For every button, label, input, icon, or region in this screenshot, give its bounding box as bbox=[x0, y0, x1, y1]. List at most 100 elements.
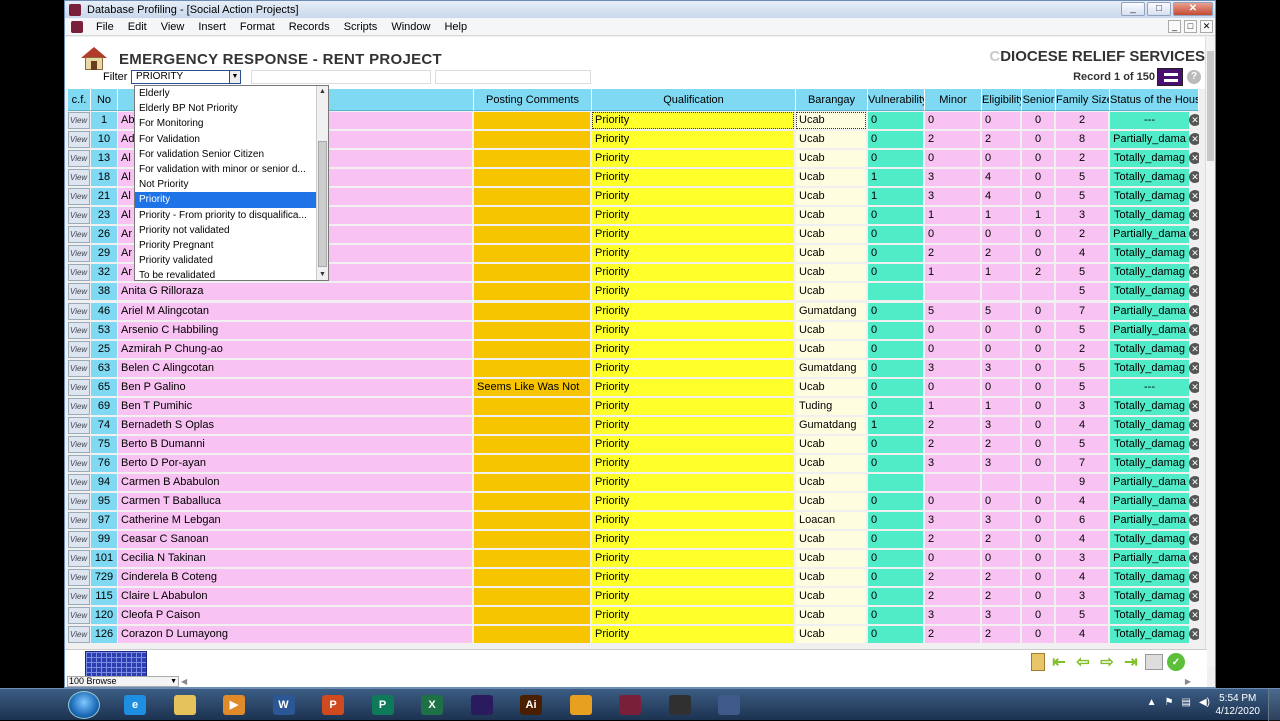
network-icon[interactable]: ▤ bbox=[1182, 697, 1191, 708]
col-family-size[interactable]: Family Size bbox=[1056, 89, 1110, 111]
family-size-field[interactable]: 4 bbox=[1056, 626, 1108, 644]
minor-count-field[interactable]: 3 bbox=[925, 169, 980, 187]
qualification-field[interactable]: Priority bbox=[592, 435, 794, 453]
house-status-field[interactable]: Totally_damag bbox=[1110, 359, 1189, 377]
exit-icon[interactable]: ✓ bbox=[1167, 653, 1185, 671]
senior-count-field[interactable] bbox=[1022, 473, 1054, 491]
house-status-field[interactable]: Totally_damag bbox=[1110, 207, 1189, 225]
view-button[interactable]: View bbox=[68, 340, 90, 358]
col-no[interactable]: No bbox=[91, 89, 118, 111]
bookmark-icon[interactable] bbox=[1031, 653, 1045, 671]
house-status-field[interactable]: Totally_damag bbox=[1110, 340, 1189, 358]
barangay-field[interactable]: Tuding bbox=[796, 397, 866, 415]
member-name-field[interactable]: Berto D Por-ayan bbox=[118, 454, 472, 472]
senior-count-field[interactable]: 0 bbox=[1022, 321, 1054, 339]
posting-comment-field[interactable] bbox=[474, 588, 590, 606]
posting-comment-field[interactable] bbox=[474, 607, 590, 625]
view-button[interactable]: View bbox=[68, 283, 90, 301]
table-row[interactable]: View 75 Berto B Dumanni Priority Ucab 0 2 2 0 5 To… bbox=[68, 435, 1199, 454]
barangay-field[interactable]: Ucab bbox=[796, 169, 866, 187]
senior-count-field[interactable]: 0 bbox=[1022, 245, 1054, 263]
member-name-field[interactable]: Ceasar C Sanoan bbox=[118, 531, 472, 549]
minor-count-field[interactable]: 3 bbox=[925, 188, 980, 206]
eligibility-field[interactable]: 2 bbox=[982, 131, 1020, 149]
qualification-field[interactable]: Priority bbox=[592, 588, 794, 606]
house-status-field[interactable]: Partially_dama bbox=[1110, 226, 1189, 244]
qualification-field[interactable]: Priority bbox=[592, 131, 794, 149]
eligibility-field[interactable]: 0 bbox=[982, 493, 1020, 510]
scrollbar-thumb[interactable] bbox=[1207, 51, 1214, 161]
qualification-field[interactable]: Priority bbox=[592, 169, 794, 187]
senior-count-field[interactable]: 0 bbox=[1022, 378, 1054, 396]
house-status-field[interactable]: Partially_dama bbox=[1110, 550, 1189, 568]
barangay-field[interactable]: Ucab bbox=[796, 569, 866, 587]
member-name-field[interactable]: Corazon D Lumayong bbox=[118, 626, 472, 644]
col-eligibility[interactable]: Eligibility bbox=[982, 89, 1022, 111]
vulnerability-field[interactable]: 0 bbox=[868, 359, 923, 377]
barangay-field[interactable]: Ucab bbox=[796, 378, 866, 396]
posting-comment-field[interactable] bbox=[474, 493, 590, 510]
delete-icon[interactable]: ✕ bbox=[1189, 609, 1199, 622]
posting-comment-field[interactable] bbox=[474, 321, 590, 339]
family-size-field[interactable]: 3 bbox=[1056, 207, 1108, 225]
minor-count-field[interactable]: 0 bbox=[925, 321, 980, 339]
vulnerability-field[interactable] bbox=[868, 473, 923, 491]
minor-count-field[interactable]: 5 bbox=[925, 302, 980, 320]
minor-count-field[interactable]: 2 bbox=[925, 588, 980, 606]
qualification-field[interactable]: Priority bbox=[592, 188, 794, 206]
document-icon[interactable] bbox=[71, 20, 83, 33]
senior-count-field[interactable] bbox=[1022, 283, 1054, 301]
delete-icon[interactable]: ✕ bbox=[1189, 171, 1199, 184]
dropdown-option[interactable]: Priority validated bbox=[135, 253, 317, 268]
menu-insert[interactable]: Insert bbox=[191, 21, 233, 33]
posting-comment-field[interactable] bbox=[474, 245, 590, 263]
view-button[interactable]: View bbox=[68, 607, 90, 625]
posting-comment-field[interactable] bbox=[474, 359, 590, 377]
eligibility-field[interactable]: 5 bbox=[982, 302, 1020, 320]
view-button[interactable]: View bbox=[68, 550, 90, 568]
qualification-field[interactable]: Priority bbox=[592, 397, 794, 415]
vulnerability-field[interactable]: 0 bbox=[868, 531, 923, 549]
scroll-left-icon[interactable]: ◀ bbox=[181, 677, 187, 686]
qualification-field[interactable]: Priority bbox=[592, 340, 794, 358]
col-senior[interactable]: Senior bbox=[1022, 89, 1056, 111]
vulnerability-field[interactable]: 0 bbox=[868, 226, 923, 244]
chrome-taskbar-button[interactable] bbox=[560, 692, 602, 718]
delete-icon[interactable]: ✕ bbox=[1189, 323, 1199, 336]
next-record-icon[interactable]: ⇨ bbox=[1097, 653, 1117, 671]
chevron-down-icon[interactable]: ▼ bbox=[229, 71, 240, 83]
vulnerability-field[interactable]: 0 bbox=[868, 131, 923, 149]
col-qualification[interactable]: Qualification bbox=[592, 89, 796, 111]
qualification-field[interactable]: Priority bbox=[592, 607, 794, 625]
word-taskbar-button[interactable]: W bbox=[263, 692, 305, 718]
family-size-field[interactable]: 3 bbox=[1056, 397, 1108, 415]
family-size-field[interactable]: 4 bbox=[1056, 569, 1108, 587]
view-button[interactable]: View bbox=[68, 226, 90, 244]
table-row[interactable]: View 74 Bernadeth S Oplas Priority Gumatdang… bbox=[68, 416, 1199, 435]
vulnerability-field[interactable]: 0 bbox=[868, 588, 923, 606]
member-name-field[interactable]: Claire L Ababulon bbox=[118, 588, 472, 606]
delete-icon[interactable]: ✕ bbox=[1189, 495, 1199, 507]
vulnerability-field[interactable]: 1 bbox=[868, 416, 923, 434]
eligibility-field[interactable]: 3 bbox=[982, 454, 1020, 472]
col-status-of-house[interactable]: Status of the House bbox=[1110, 89, 1199, 111]
internet-explorer-taskbar-button[interactable]: e bbox=[114, 692, 156, 718]
network-app-taskbar-button[interactable] bbox=[708, 692, 750, 718]
delete-icon[interactable]: ✕ bbox=[1189, 133, 1199, 146]
senior-count-field[interactable]: 0 bbox=[1022, 531, 1054, 549]
filter-select[interactable]: PRIORITY ▼ bbox=[131, 70, 241, 84]
qualification-field[interactable]: Priority bbox=[592, 302, 794, 320]
view-button[interactable]: View bbox=[68, 454, 90, 472]
menu-file[interactable]: File bbox=[89, 21, 121, 33]
view-button[interactable]: View bbox=[68, 531, 90, 549]
eligibility-field[interactable]: 4 bbox=[982, 169, 1020, 187]
maximize-button[interactable]: □ bbox=[1147, 2, 1171, 16]
house-status-field[interactable]: Totally_damag bbox=[1110, 607, 1189, 625]
posting-comment-field[interactable] bbox=[474, 302, 590, 320]
member-name-field[interactable]: Ben T Pumihic bbox=[118, 397, 472, 415]
eligibility-field[interactable] bbox=[982, 283, 1020, 301]
posting-comment-field[interactable] bbox=[474, 454, 590, 472]
table-row[interactable]: View 126 Corazon D Lumayong Priority Ucab 0 2 2… bbox=[68, 625, 1199, 644]
eligibility-field[interactable]: 0 bbox=[982, 150, 1020, 168]
dropdown-option[interactable]: Elderly BP Not Priority bbox=[135, 101, 317, 116]
